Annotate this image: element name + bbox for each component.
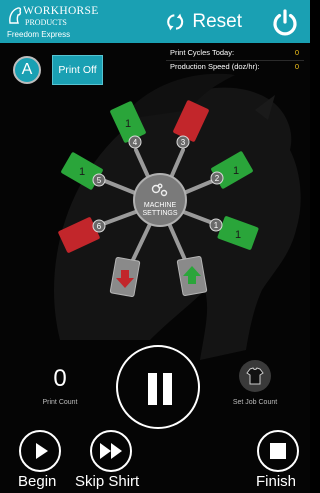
finish-label: Finish (256, 473, 297, 490)
station-1-count: 1 (235, 229, 241, 241)
station-4-count: 1 (125, 118, 131, 130)
logo-text-workhorse: WORKHORSE (23, 5, 99, 17)
print-count-label: Print Count (42, 399, 78, 406)
production-speed-label: Production Speed (doz/hr): (170, 62, 260, 71)
station-3-number: 3 (181, 138, 186, 147)
status-panel: Print Cycles Today: 0 Production Speed (… (166, 48, 304, 74)
station-4-number: 4 (133, 138, 138, 147)
print-count-value: 0 (53, 365, 67, 392)
reset-cycle-icon (167, 13, 184, 31)
unload-station[interactable] (109, 257, 141, 297)
station-5-count: 1 (79, 166, 85, 178)
press-carousel: 1 4 3 1 5 1 2 6 1 1 MACHINE SETTINGS (58, 100, 259, 297)
print-cycles-label: Print Cycles Today: (170, 48, 235, 57)
station-1[interactable]: 1 1 (209, 216, 259, 251)
reset-label: Reset (192, 11, 242, 32)
power-button[interactable] (270, 7, 300, 37)
logo-text-products: PRODUCTS (25, 18, 67, 27)
pause-button[interactable] (116, 345, 200, 429)
print-off-button[interactable]: Print Off (52, 55, 103, 85)
stop-icon (270, 443, 286, 459)
station-2-number: 2 (215, 174, 220, 183)
play-icon (36, 443, 48, 459)
finish-button[interactable] (257, 430, 299, 472)
machine-settings-button[interactable]: MACHINE SETTINGS (133, 173, 187, 227)
station-5-number: 5 (97, 176, 102, 185)
skip-shirt-button[interactable] (90, 430, 132, 472)
hub-label-line2: SETTINGS (142, 210, 177, 217)
machine-name: Freedom Express (7, 30, 71, 39)
hub-label-line1: MACHINE (144, 202, 177, 209)
load-station[interactable] (176, 256, 208, 296)
begin-label: Begin (18, 473, 57, 490)
station-6[interactable]: 6 (58, 217, 106, 254)
shirt-icon (246, 367, 264, 385)
workhorse-logo: WORKHORSE PRODUCTS (8, 4, 98, 28)
set-job-count-button[interactable] (239, 360, 271, 392)
pause-icon (148, 373, 157, 405)
horse-logo-icon (9, 7, 22, 24)
app-window: WORKHORSE PRODUCTS Freedom Express Reset… (0, 0, 310, 493)
station-3[interactable]: 3 (173, 100, 210, 149)
production-speed-row: Production Speed (doz/hr): 0 (166, 62, 304, 74)
platen-3 (173, 100, 209, 142)
station-1-number: 1 (214, 221, 219, 230)
station-4[interactable]: 1 4 (110, 101, 147, 149)
pause-icon-bar (163, 373, 172, 405)
skip-shirt-label: Skip Shirt (75, 473, 140, 490)
set-job-count-label: Set Job Count (232, 399, 278, 406)
station-5[interactable]: 1 5 (60, 152, 106, 191)
header-bar: WORKHORSE PRODUCTS Freedom Express Reset (0, 0, 310, 43)
print-cycles-value: 0 (294, 48, 299, 57)
station-6-number: 6 (97, 222, 102, 231)
fast-forward-icon (100, 443, 122, 459)
production-speed-value: 0 (294, 62, 299, 71)
begin-button[interactable] (19, 430, 61, 472)
station-2-count: 1 (233, 165, 239, 177)
status-divider (166, 60, 304, 61)
mode-a-button[interactable]: A (13, 56, 41, 84)
reset-button[interactable]: Reset (166, 8, 242, 36)
station-2[interactable]: 1 2 (210, 151, 253, 190)
print-cycles-row: Print Cycles Today: 0 (166, 48, 304, 60)
